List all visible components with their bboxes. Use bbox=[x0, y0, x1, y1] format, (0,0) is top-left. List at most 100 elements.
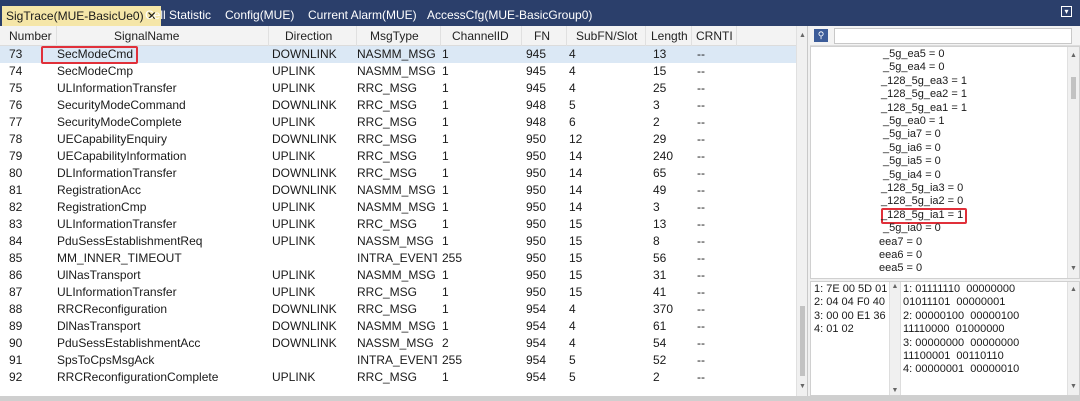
scroll-thumb[interactable] bbox=[800, 306, 805, 376]
table-row[interactable]: 81 RegistrationAcc DOWNLINK NASMM_MSG 1 950 14… bbox=[0, 182, 796, 199]
cell-sub: 5 bbox=[569, 370, 576, 384]
table-row[interactable]: 76 SecurityModeCommand DOWNLINK RRC_MSG 1 948… bbox=[0, 97, 796, 114]
cell-num: 90 bbox=[9, 336, 23, 350]
table-row[interactable]: 83 ULInformationTransfer UPLINK RRC_MSG 1 950… bbox=[0, 216, 796, 233]
cell-fn: 954 bbox=[526, 353, 547, 367]
hex-scrollbar[interactable]: ▲ ▼ bbox=[889, 282, 901, 395]
table-row[interactable]: 78 UECapabilityEnquiry DOWNLINK RRC_MSG 1 950… bbox=[0, 131, 796, 148]
cell-len: 56 bbox=[653, 251, 667, 265]
table-scrollbar[interactable]: ▲ ▼ bbox=[796, 26, 807, 396]
search-input[interactable] bbox=[834, 28, 1072, 44]
scroll-up-arrow-icon[interactable]: ▲ bbox=[1068, 49, 1079, 63]
table-row[interactable]: 88 RRCReconfiguration DOWNLINK RRC_MSG 1 954 4… bbox=[0, 301, 796, 318]
table-row[interactable]: 90 PduSessEstablishmentAcc DOWNLINK NASSM_M… bbox=[0, 335, 796, 352]
scroll-down-arrow-icon[interactable]: ▼ bbox=[797, 380, 807, 394]
table-row[interactable]: 87 ULInformationTransfer UPLINK RRC_MSG 1 950… bbox=[0, 284, 796, 301]
tree-node[interactable]: eea6 = 0 bbox=[879, 249, 922, 262]
tree-node[interactable]: _128_5g_ia3 = 0 bbox=[881, 182, 963, 195]
binary-scrollbar[interactable]: ▲ ▼ bbox=[1067, 282, 1079, 395]
col-direction[interactable]: Direction bbox=[269, 26, 357, 46]
scroll-up-arrow-icon[interactable]: ▲ bbox=[1068, 283, 1079, 297]
tree-node[interactable]: _128_5g_ea1 = 1 bbox=[881, 102, 967, 115]
cell-fn: 945 bbox=[526, 47, 547, 61]
cell-fn: 950 bbox=[526, 251, 547, 265]
cell-ch: 1 bbox=[442, 149, 449, 163]
cell-crnti: -- bbox=[697, 166, 705, 180]
scroll-up-arrow-icon[interactable]: ▲ bbox=[890, 283, 900, 290]
scroll-down-arrow-icon[interactable]: ▼ bbox=[1068, 262, 1079, 276]
tree-node[interactable]: _128_5g_ia1 = 1 bbox=[881, 209, 963, 222]
cell-ch: 1 bbox=[442, 132, 449, 146]
tree-node[interactable]: eea7 = 0 bbox=[879, 236, 922, 249]
tree-node[interactable]: _5g_ea5 = 0 bbox=[883, 48, 944, 61]
col-signalname[interactable]: SignalName bbox=[57, 26, 269, 46]
table-row[interactable]: 80 DLInformationTransfer DOWNLINK RRC_MSG 1 9… bbox=[0, 165, 796, 182]
tree-node[interactable]: eea5 = 0 bbox=[879, 262, 922, 275]
col-channelid[interactable]: ChannelID bbox=[441, 26, 522, 46]
tree-node[interactable]: _5g_ea4 = 0 bbox=[883, 61, 944, 74]
tab-sigtrace[interactable]: SigTrace(MUE-BasicUe0) ✕ bbox=[2, 6, 161, 26]
cell-msg: RRC_MSG bbox=[357, 285, 418, 299]
table-row[interactable]: 89 DlNasTransport DOWNLINK NASMM_MSG 1 954 4 61… bbox=[0, 318, 796, 335]
cell-dir: DOWNLINK bbox=[272, 47, 337, 61]
tree-node[interactable]: _128_5g_ia2 = 0 bbox=[881, 195, 963, 208]
scroll-thumb[interactable] bbox=[1071, 77, 1076, 99]
table-row[interactable]: 92 RRCReconfigurationComplete UPLINK RRC_MS… bbox=[0, 369, 796, 386]
tree-node[interactable]: _5g_ia6 = 0 bbox=[883, 142, 941, 155]
col-number[interactable]: Number bbox=[9, 26, 57, 46]
tree-node[interactable]: _5g_ia7 = 0 bbox=[883, 128, 941, 141]
table-row[interactable]: 91 SpsToCpsMsgAck INTRA_EVENT_I 255 954 5 52 -- bbox=[0, 352, 796, 369]
tab-accesscfg[interactable]: AccessCfg(MUE-BasicGroup0) bbox=[427, 5, 592, 26]
col-crnti[interactable]: CRNTI bbox=[692, 26, 737, 46]
tree-node[interactable]: _5g_ia4 = 0 bbox=[883, 169, 941, 182]
col-msgtype[interactable]: MsgType bbox=[357, 26, 441, 46]
col-length[interactable]: Length bbox=[646, 26, 692, 46]
cell-crnti: -- bbox=[697, 302, 705, 316]
table-row[interactable]: 84 PduSessEstablishmentReq UPLINK NASSM_MSG… bbox=[0, 233, 796, 250]
cell-len: 3 bbox=[653, 200, 660, 214]
scroll-down-arrow-icon[interactable]: ▼ bbox=[890, 387, 900, 394]
cell-len: 25 bbox=[653, 81, 667, 95]
cell-num: 75 bbox=[9, 81, 23, 95]
cell-msg: RRC_MSG bbox=[357, 149, 418, 163]
hex-bytes: 1: 7E 00 5D 01 2: 04 04 F0 40 3: 00 00 E1 … bbox=[814, 283, 887, 337]
tab-current-alarm[interactable]: Current Alarm(MUE) bbox=[308, 5, 417, 26]
cell-sub: 4 bbox=[569, 302, 576, 316]
cell-len: 52 bbox=[653, 353, 667, 367]
table-row[interactable]: 75 ULInformationTransfer UPLINK RRC_MSG 1 945… bbox=[0, 80, 796, 97]
cell-sig: MM_INNER_TIMEOUT bbox=[57, 251, 182, 265]
cell-num: 80 bbox=[9, 166, 23, 180]
tree-scrollbar[interactable]: ▲ ▼ bbox=[1067, 47, 1079, 278]
cell-fn: 954 bbox=[526, 370, 547, 384]
table-row[interactable]: 86 UlNasTransport UPLINK NASMM_MSG 1 950 15 31 -… bbox=[0, 267, 796, 284]
cell-msg: NASMM_MSG bbox=[357, 200, 436, 214]
tab-menu-icon[interactable]: ▾ bbox=[1061, 6, 1072, 17]
cell-msg: NASMM_MSG bbox=[357, 268, 436, 282]
tree-node[interactable]: _5g_ea0 = 1 bbox=[883, 115, 944, 128]
table-row[interactable]: 79 UECapabilityInformation UPLINK RRC_MSG 1 9… bbox=[0, 148, 796, 165]
status-bar bbox=[0, 396, 1080, 401]
table-row[interactable]: 77 SecurityModeComplete UPLINK RRC_MSG 1 948 6… bbox=[0, 114, 796, 131]
table-row[interactable]: 74 SecModeCmp UPLINK NASMM_MSG 1 945 4 15 -- bbox=[0, 63, 796, 80]
search-icon[interactable]: ⚲ bbox=[814, 29, 828, 42]
col-subfn-slot[interactable]: SubFN/Slot bbox=[567, 26, 646, 46]
cell-msg: NASSM_MSG bbox=[357, 234, 434, 248]
cell-fn: 948 bbox=[526, 115, 547, 129]
tree-node[interactable]: _5g_ia0 = 0 bbox=[883, 222, 941, 235]
cell-dir: UPLINK bbox=[272, 370, 316, 384]
tab-config[interactable]: Config(MUE) bbox=[225, 5, 294, 26]
table-row[interactable]: 82 RegistrationCmp UPLINK NASMM_MSG 1 950 14 3 -… bbox=[0, 199, 796, 216]
table-row[interactable]: 85 MM_INNER_TIMEOUT INTRA_EVENT_I 255 950 15 5… bbox=[0, 250, 796, 267]
col-fn[interactable]: FN bbox=[522, 26, 567, 46]
cell-crnti: -- bbox=[697, 64, 705, 78]
tab-cell-statistic[interactable]: Cell Statistic bbox=[145, 5, 211, 26]
cell-dir: UPLINK bbox=[272, 115, 316, 129]
tab-label: SigTrace(MUE-BasicUe0) bbox=[6, 9, 144, 23]
cell-sub: 4 bbox=[569, 336, 576, 350]
cell-dir: DOWNLINK bbox=[272, 336, 337, 350]
tree-node[interactable]: _128_5g_ea3 = 1 bbox=[881, 75, 967, 88]
scroll-up-arrow-icon[interactable]: ▲ bbox=[797, 29, 807, 43]
scroll-down-arrow-icon[interactable]: ▼ bbox=[1068, 380, 1079, 394]
tree-node[interactable]: _5g_ia5 = 0 bbox=[883, 155, 941, 168]
tree-node[interactable]: _128_5g_ea2 = 1 bbox=[881, 88, 967, 101]
